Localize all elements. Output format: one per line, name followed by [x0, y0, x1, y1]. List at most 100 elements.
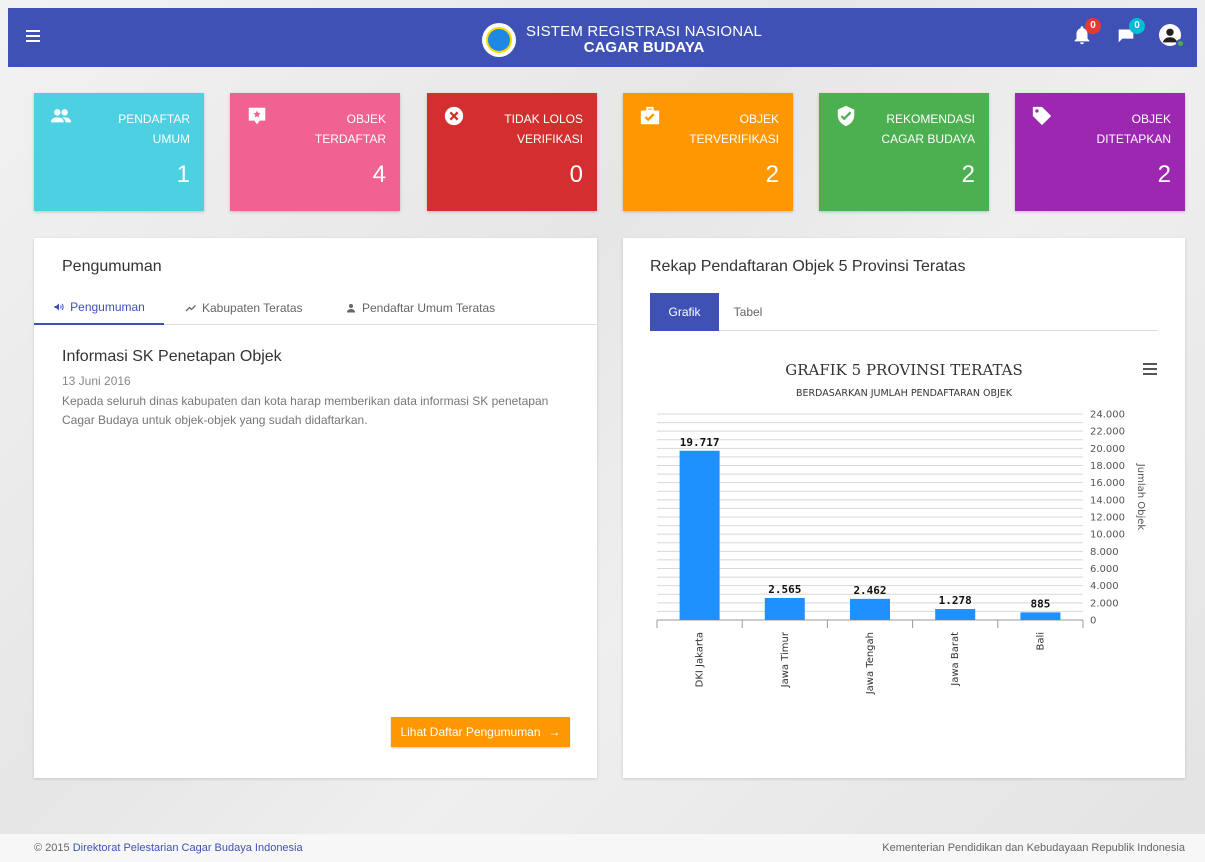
- card-pendaftar-umum[interactable]: PENDAFTAR UMUM 1: [34, 93, 204, 211]
- announcement-item: Informasi SK Penetapan Objek 13 Juni 201…: [62, 348, 582, 430]
- footer: © 2015 Direktorat Pelestarian Cagar Buda…: [0, 834, 1205, 862]
- card-value: 4: [372, 161, 386, 188]
- message-badge: 0: [1129, 18, 1145, 34]
- card-title-2: DITETAPKAN: [1096, 132, 1171, 146]
- announcement-body: Kepada seluruh dinas kabupaten dan kota …: [62, 394, 549, 427]
- chart-svg: GRAFIK 5 PROVINSI TERATAS BERDASARKAN JUM…: [656, 361, 1146, 695]
- card-title-1: REKOMENDASI: [886, 112, 975, 126]
- announcement-tabs: Pengumuman Kabupaten Teratas Pendaftar U…: [34, 290, 597, 325]
- tab-label: Kabupaten Teratas: [202, 300, 303, 315]
- chart-menu-icon[interactable]: [1143, 363, 1157, 375]
- announcement-panel: Pengumuman Pengumuman Kabupaten Teratas …: [34, 238, 597, 778]
- tab-pendaftar-umum-teratas[interactable]: Pendaftar Umum Teratas: [345, 290, 495, 325]
- card-value: 2: [961, 161, 975, 188]
- y-axis-label: Jumlah Objek: [1135, 463, 1146, 531]
- card-title-1: PENDAFTAR: [118, 112, 190, 126]
- chart-panel: Rekap Pendaftaran Objek 5 Provinsi Terat…: [623, 238, 1185, 778]
- tab-label: Pengumuman: [70, 299, 145, 314]
- announcement-title: Informasi SK Penetapan Objek: [62, 348, 282, 365]
- data-label: 19.717: [680, 436, 720, 449]
- ministry-text: Kementerian Pendidikan dan Kebudayaan Re…: [882, 842, 1185, 854]
- tab-kabupaten-teratas[interactable]: Kabupaten Teratas: [185, 290, 303, 325]
- bar: [850, 598, 890, 620]
- card-value: 2: [1157, 161, 1171, 188]
- person-icon: [347, 303, 355, 312]
- notification-badge: 0: [1085, 18, 1101, 34]
- card-objek-terdaftar[interactable]: OBJEK TERDAFTAR 4: [230, 93, 400, 211]
- y-tick-label: 24.000: [1090, 410, 1125, 421]
- announcement-date: 13 Juni 2016: [62, 374, 131, 388]
- card-title-2: VERIFIKASI: [516, 132, 583, 146]
- bar-chart: GRAFIK 5 PROVINSI TERATAS BERDASARKAN JUM…: [623, 348, 1185, 748]
- message-icon[interactable]: 0: [1115, 18, 1145, 48]
- bar: [679, 450, 720, 620]
- y-tick-label: 0: [1090, 616, 1096, 627]
- chart-title: GRAFIK 5 PROVINSI TERATAS: [785, 361, 1023, 379]
- view-announcements-button[interactable]: Lihat Daftar Pengumuman →: [391, 717, 570, 747]
- card-title-1: TIDAK LOLOS: [504, 112, 583, 126]
- copyright-text: © 2015: [34, 842, 70, 854]
- tab-tabel[interactable]: Tabel: [719, 293, 777, 331]
- tag-icon: [1032, 106, 1052, 126]
- bar: [935, 609, 976, 620]
- y-tick-label: 6.000: [1090, 564, 1119, 575]
- x-tick-label: DKI Jakarta: [695, 632, 706, 687]
- data-label: 2.565: [768, 583, 801, 596]
- data-label: 885: [1030, 597, 1050, 610]
- card-title-2: UMUM: [152, 132, 190, 146]
- notification-bell-icon[interactable]: 0: [1071, 18, 1101, 48]
- shield-check-icon: [837, 105, 855, 127]
- tab-label: Pendaftar Umum Teratas: [362, 300, 496, 315]
- card-title-1: OBJEK: [739, 112, 779, 126]
- y-tick-label: 18.000: [1090, 461, 1125, 472]
- card-objek-ditetapkan[interactable]: OBJEK DITETAPKAN 2: [1015, 93, 1185, 211]
- card-objek-terverifikasi[interactable]: OBJEK TERVERIFIKASI 2: [623, 93, 793, 211]
- online-status-dot: [1176, 39, 1185, 48]
- x-tick-label: Jawa Timur: [780, 631, 791, 688]
- brand[interactable]: SISTEM REGISTRASI NASIONAL CAGAR BUDAYA: [482, 23, 762, 57]
- tab-pengumuman[interactable]: Pengumuman: [34, 290, 164, 325]
- trending-up-icon: [185, 304, 196, 311]
- top-navbar: SISTEM REGISTRASI NASIONAL CAGAR BUDAYA …: [8, 8, 1197, 67]
- x-tick-label: Jawa Barat: [950, 632, 961, 687]
- user-avatar-icon[interactable]: [1159, 24, 1185, 48]
- panel-title: Rekap Pendaftaran Objek 5 Provinsi Terat…: [650, 258, 966, 275]
- star-box-icon: [248, 107, 266, 125]
- app-title-line2: CAGAR BUDAYA: [583, 39, 705, 56]
- chart-subtitle: BERDASARKAN JUMLAH PENDAFTARAN OBJEK: [796, 388, 1013, 399]
- close-circle-icon: [444, 106, 464, 126]
- y-tick-label: 20.000: [1090, 444, 1125, 455]
- chart-tabs: Grafik Tabel: [650, 293, 1158, 331]
- card-value: 1: [176, 161, 190, 188]
- bar: [764, 597, 805, 620]
- tab-grafik[interactable]: Grafik: [650, 293, 719, 331]
- card-value: 0: [569, 161, 583, 188]
- card-rekomendasi-cagar-budaya[interactable]: REKOMENDASI CAGAR BUDAYA 2: [819, 93, 989, 211]
- y-tick-label: 2.000: [1090, 598, 1119, 609]
- y-tick-label: 14.000: [1090, 495, 1125, 506]
- card-title-2: CAGAR BUDAYA: [881, 132, 975, 146]
- y-tick-label: 22.000: [1090, 427, 1125, 438]
- bar: [1020, 612, 1061, 620]
- data-label: 1.278: [939, 594, 972, 607]
- y-tick-label: 12.000: [1090, 513, 1125, 524]
- ministry-logo: [482, 23, 516, 57]
- data-label: 2.462: [853, 584, 886, 597]
- arrow-right-icon: →: [548, 725, 561, 739]
- briefcase-check-icon: [640, 106, 660, 125]
- users-icon: [50, 109, 72, 123]
- app-title-line1: SISTEM REGISTRASI NASIONAL: [526, 23, 763, 40]
- menu-icon[interactable]: [26, 30, 40, 42]
- panel-title: Pengumuman: [62, 258, 162, 275]
- y-tick-label: 10.000: [1090, 530, 1125, 541]
- card-title-2: TERDAFTAR: [314, 132, 386, 146]
- megaphone-icon: [54, 303, 64, 310]
- x-tick-label: Jawa Tengah: [865, 632, 876, 695]
- y-tick-label: 16.000: [1090, 478, 1125, 489]
- x-tick-label: Bali: [1035, 632, 1046, 651]
- y-tick-label: 4.000: [1090, 581, 1119, 592]
- org-link[interactable]: Direktorat Pelestarian Cagar Budaya Indo…: [73, 842, 303, 854]
- button-label: Lihat Daftar Pengumuman: [400, 725, 541, 739]
- card-tidak-lolos-verifikasi[interactable]: TIDAK LOLOS VERIFIKASI 0: [427, 93, 597, 211]
- y-tick-label: 8.000: [1090, 547, 1119, 558]
